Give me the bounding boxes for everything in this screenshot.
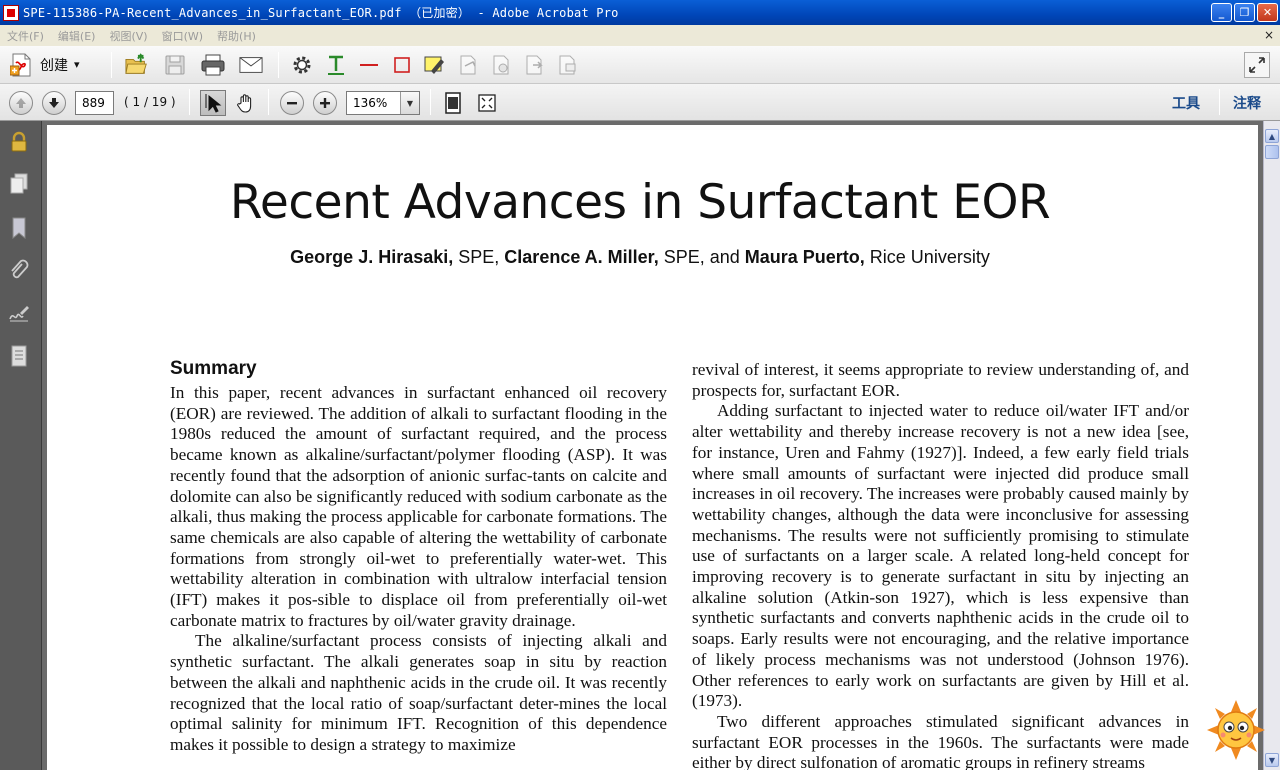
toolbar-separator	[111, 52, 112, 78]
zoom-value: 136%	[353, 96, 388, 110]
author-name: Maura Puerto,	[744, 247, 865, 267]
toolbar-separator	[268, 89, 269, 115]
menu-view[interactable]: 视图(V)	[102, 28, 154, 44]
menu-file[interactable]: 文件(F)	[0, 28, 51, 44]
navigation-pane	[0, 121, 42, 770]
toolbar-separator	[430, 89, 431, 115]
attachments-paperclip-icon[interactable]	[8, 259, 30, 281]
open-icon[interactable]	[125, 53, 149, 77]
title-bar: SPE-115386-PA-Recent_Advances_in_Surfact…	[0, 0, 1280, 25]
paper-authors: George J. Hirasaki, SPE, Clarence A. Mil…	[42, 247, 1263, 268]
page-thumbnails-icon[interactable]	[8, 173, 30, 195]
hand-icon	[237, 94, 252, 113]
arrow-up-icon	[16, 98, 26, 108]
secure-document-icon[interactable]	[489, 53, 513, 77]
highlight-note-icon[interactable]	[423, 53, 447, 77]
menu-close-button[interactable]: ×	[1264, 28, 1274, 42]
review-document-icon[interactable]	[555, 53, 579, 77]
rectangle-tool-icon[interactable]	[390, 53, 414, 77]
summary-heading: Summary	[170, 358, 257, 379]
window-controls: _ ❐ ✕	[1211, 3, 1278, 22]
sign-document-icon[interactable]	[456, 53, 480, 77]
minus-icon	[287, 102, 297, 105]
page-count: ( 1 / 19 )	[124, 95, 176, 109]
paragraph: revival of interest, it seems appropriat…	[692, 360, 1189, 400]
author-affiliation: SPE,	[453, 247, 505, 267]
zoom-dropdown-icon[interactable]: ▼	[400, 92, 419, 114]
author-affiliation: SPE, and	[658, 247, 745, 267]
left-column: Summary In this paper, recent advances i…	[170, 357, 667, 756]
fit-page-button[interactable]	[440, 90, 466, 116]
toolbar-separator	[278, 52, 279, 78]
create-dropdown-icon: ▾	[74, 58, 80, 71]
save-icon[interactable]	[163, 53, 187, 77]
zoom-out-button[interactable]	[280, 91, 304, 115]
menu-help[interactable]: 帮助(H)	[210, 28, 263, 44]
minimize-button[interactable]: _	[1211, 3, 1232, 22]
fit-width-button[interactable]	[474, 90, 500, 116]
author-name: Clarence A. Miller,	[504, 247, 659, 267]
maximize-button[interactable]: ❐	[1234, 3, 1255, 22]
paragraph: Two different approaches stimulated sign…	[692, 711, 1189, 770]
email-icon[interactable]	[239, 53, 263, 77]
window-title: SPE-115386-PA-Recent_Advances_in_Surfact…	[23, 6, 619, 20]
navigation-toolbar: 889 ( 1 / 19 ) 136% ▼	[0, 84, 1280, 121]
scroll-down-button[interactable]: ▼	[1265, 753, 1279, 767]
fullscreen-expand-button[interactable]	[1244, 52, 1270, 78]
close-button[interactable]: ✕	[1257, 3, 1278, 22]
menu-window[interactable]: 窗口(W)	[155, 28, 210, 44]
plus-icon	[320, 98, 330, 108]
create-label: 创建	[40, 57, 68, 74]
paragraph: In this paper, recent advances in surfac…	[170, 383, 667, 630]
layers-content-icon[interactable]	[8, 345, 30, 367]
document-viewport[interactable]: Recent Advances in Surfactant EOR George…	[42, 121, 1263, 770]
paper-title: Recent Advances in Surfactant EOR	[229, 175, 1051, 230]
line-tool-icon[interactable]	[357, 53, 381, 77]
cursor-select-icon	[205, 94, 222, 113]
zoom-in-button[interactable]	[313, 91, 337, 115]
select-tool-button[interactable]	[200, 90, 226, 116]
create-button[interactable]: 创建 ▾	[10, 52, 80, 78]
page-number-input[interactable]: 889	[75, 91, 114, 115]
bookmarks-icon[interactable]	[8, 217, 30, 239]
main-toolbar: 创建 ▾	[0, 46, 1280, 84]
author-name: George J. Hirasaki,	[290, 247, 454, 267]
paragraph: Adding surfactant to injected water to r…	[692, 401, 1189, 711]
pdf-page: Recent Advances in Surfactant EOR George…	[47, 125, 1258, 770]
expand-arrows-icon	[1249, 57, 1265, 73]
scroll-up-button[interactable]: ▲	[1265, 129, 1279, 143]
next-page-button[interactable]	[42, 91, 66, 115]
toolbar-separator	[1219, 89, 1220, 115]
hand-tool-button[interactable]	[233, 90, 259, 116]
vertical-scrollbar[interactable]: ▲ ▼	[1263, 121, 1280, 770]
zoom-select[interactable]: 136% ▼	[346, 91, 420, 115]
send-document-icon[interactable]	[522, 53, 546, 77]
sun-mascot-icon	[1207, 700, 1265, 760]
settings-gear-icon[interactable]	[290, 53, 314, 77]
author-affiliation: Rice University	[864, 247, 990, 267]
right-column: revival of interest, it seems appropriat…	[692, 360, 1189, 770]
menu-edit[interactable]: 编辑(E)	[51, 28, 103, 44]
tools-pane-button[interactable]: 工具	[1172, 93, 1200, 113]
menu-bar: 文件(F) 编辑(E) 视图(V) 窗口(W) 帮助(H) ×	[0, 25, 1280, 46]
toolbar-separator	[189, 89, 190, 115]
previous-page-button[interactable]	[9, 91, 33, 115]
signatures-icon[interactable]	[8, 302, 30, 324]
scroll-thumb[interactable]	[1265, 145, 1279, 159]
paragraph: The alkaline/surfactant process consists…	[170, 631, 667, 754]
arrow-down-icon	[49, 98, 59, 108]
comments-pane-button[interactable]: 注释	[1233, 93, 1261, 113]
lock-icon[interactable]	[8, 131, 30, 153]
fit-width-icon	[478, 94, 496, 112]
fit-page-icon	[445, 92, 461, 114]
print-icon[interactable]	[201, 53, 225, 77]
acrobat-icon	[3, 4, 19, 21]
text-edit-icon[interactable]	[324, 53, 348, 77]
create-pdf-icon	[10, 53, 31, 76]
